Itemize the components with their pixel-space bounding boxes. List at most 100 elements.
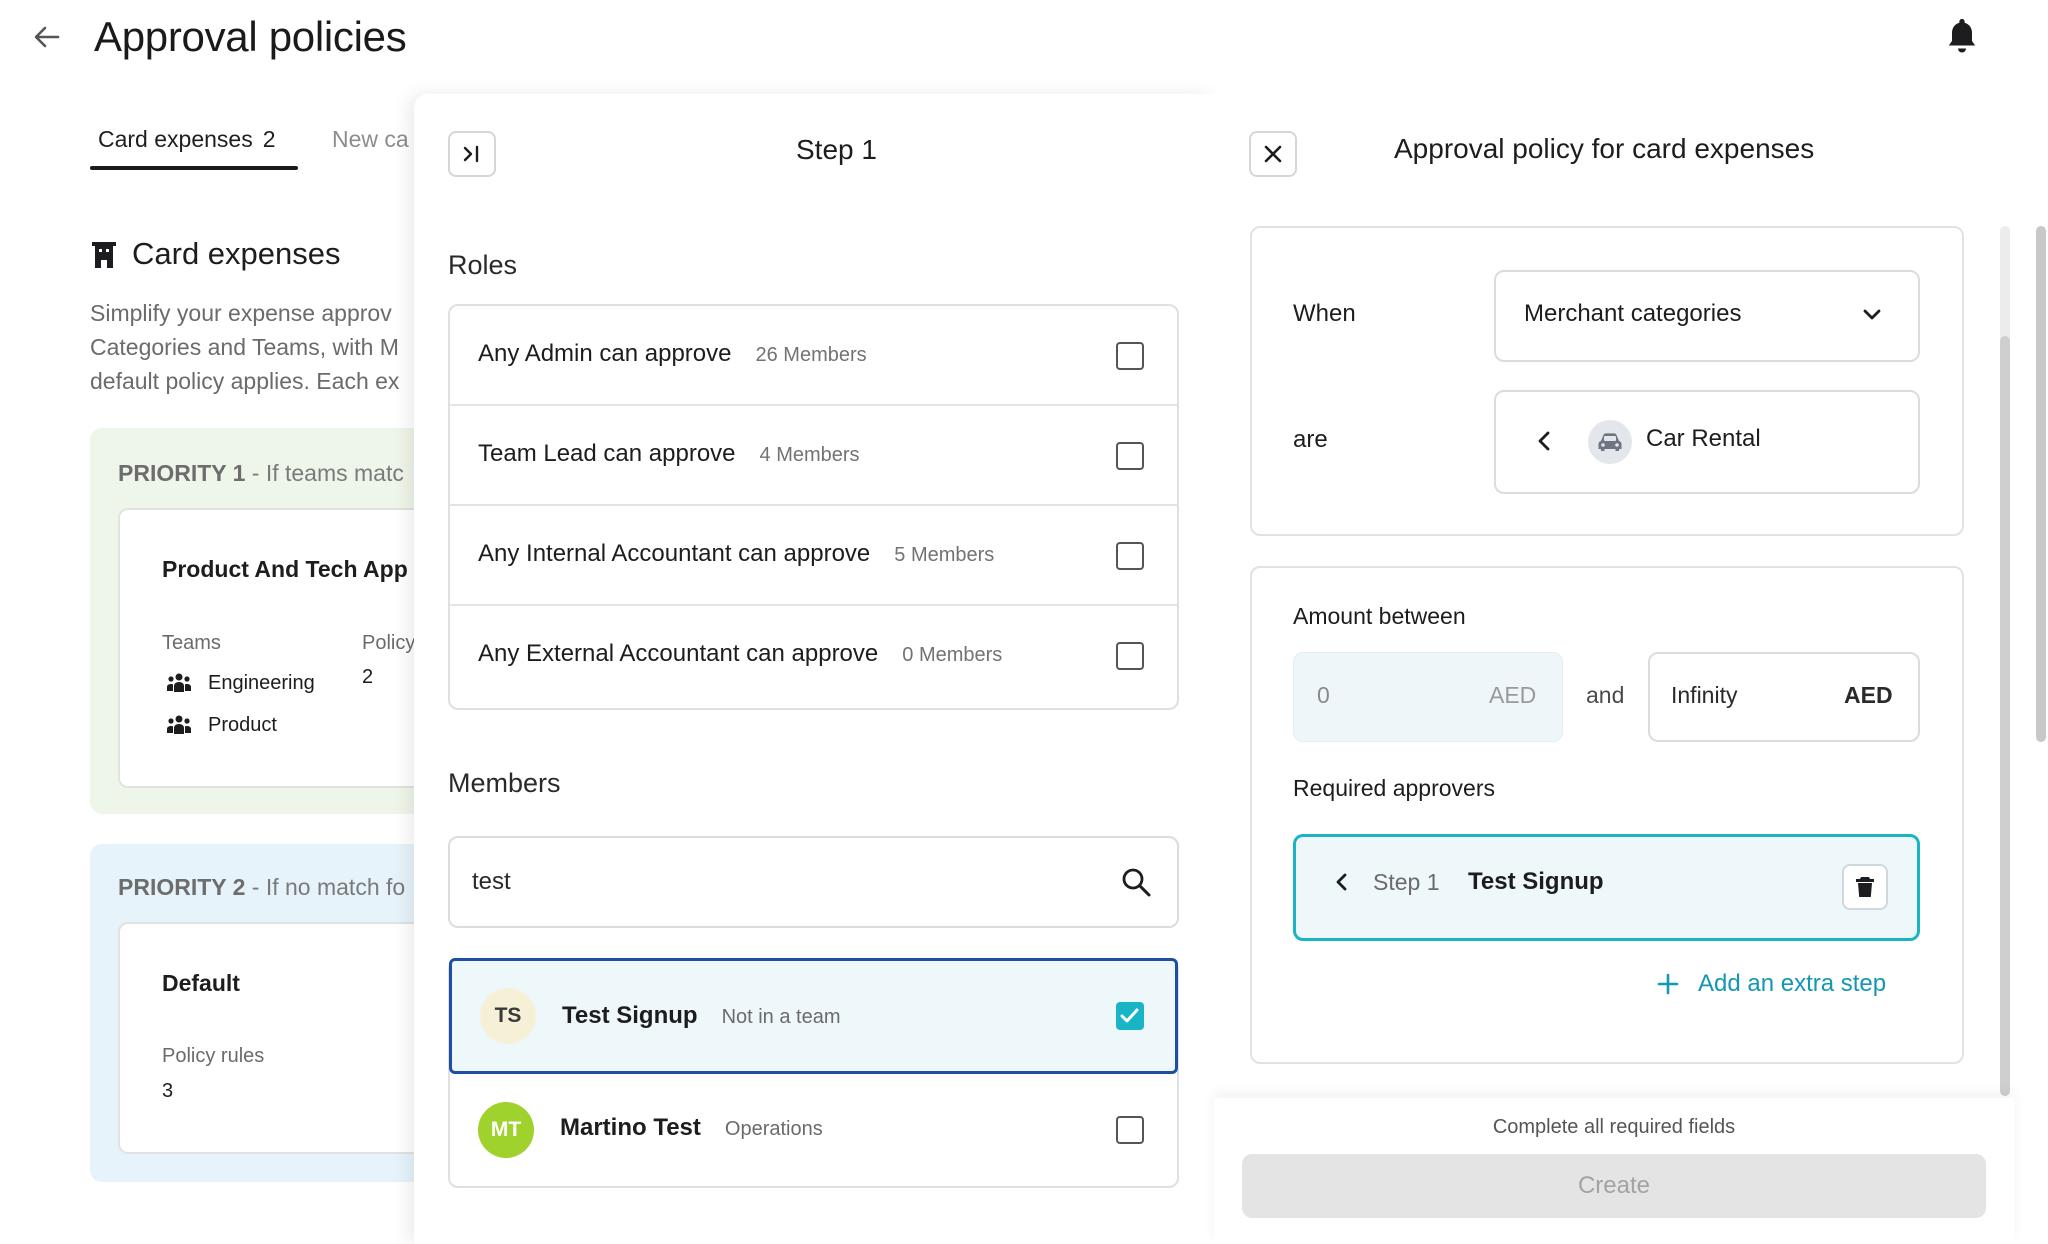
member-search-input[interactable] — [448, 836, 1179, 928]
tab-card-expenses-label: Card expenses — [98, 126, 253, 152]
checkmark-icon — [1120, 1008, 1139, 1023]
avatar: TS — [480, 988, 536, 1044]
team-icon — [166, 714, 192, 736]
approval-step-member: Test Signup — [1468, 868, 1604, 895]
policy-card-title: Product And Tech App — [162, 556, 408, 582]
add-extra-step-button[interactable]: Add an extra step — [1656, 970, 1886, 998]
roles-title: Roles — [448, 250, 518, 280]
member-label: Test Signup Not in a team — [562, 1002, 841, 1030]
section-description-line: default policy applies. Each ex — [90, 368, 400, 394]
member-row[interactable]: MT Martino Test Operations — [450, 1074, 1177, 1186]
min-amount-currency: AED — [1489, 682, 1537, 708]
role-row[interactable]: Any External Accountant can approve 0 Mem… — [450, 606, 1177, 706]
tab-card-expenses[interactable]: Card expenses 2 — [98, 124, 276, 154]
role-checkbox[interactable] — [1116, 442, 1144, 470]
role-label: Team Lead can approve 4 Members — [478, 440, 860, 468]
member-label: Martino Test Operations — [560, 1114, 823, 1142]
search-icon[interactable] — [1120, 866, 1152, 898]
priority-2-label: PRIORITY 2 - If no match fo — [118, 874, 405, 901]
role-member-count: 5 Members — [894, 544, 995, 566]
role-label: Any External Accountant can approve 0 Mem… — [478, 640, 1002, 668]
policy-rules-count: 3 — [162, 1080, 174, 1102]
policy-label: Policy — [362, 632, 416, 654]
role-row[interactable]: Any Internal Accountant can approve 5 Mem… — [450, 506, 1177, 606]
collapse-right-icon — [463, 145, 479, 163]
when-label: When — [1293, 300, 1356, 327]
required-approvers-label: Required approvers — [1293, 775, 1496, 801]
priority-2-label-bold: PRIORITY 2 — [118, 874, 246, 900]
role-label: Any Internal Accountant can approve 5 Mem… — [478, 540, 994, 568]
max-amount-value: Infinity — [1671, 682, 1738, 708]
role-row[interactable]: Any Admin can approve 26 Members — [450, 306, 1177, 406]
role-label: Any Admin can approve 26 Members — [478, 340, 867, 368]
amount-between-label: Amount between — [1293, 603, 1466, 629]
policy-rules-label: Policy rules — [162, 1045, 265, 1067]
team-name: Product — [208, 714, 277, 736]
role-checkbox[interactable] — [1116, 542, 1144, 570]
chevron-left-icon[interactable] — [1332, 870, 1350, 894]
tab-active-indicator — [90, 166, 298, 170]
role-member-count: 4 Members — [759, 444, 860, 466]
close-button[interactable] — [1249, 131, 1297, 177]
chevron-down-icon[interactable] — [1860, 302, 1884, 326]
page-title: Approval policies — [94, 13, 407, 60]
priority-1-label: PRIORITY 1 - If teams matc — [118, 460, 404, 487]
back-arrow-icon[interactable] — [30, 20, 64, 54]
priority-1-label-bold: PRIORITY 1 — [118, 460, 246, 486]
role-name: Any External Accountant can approve — [478, 640, 879, 667]
tab-new-card[interactable]: New ca — [332, 124, 409, 154]
page-scrollbar-thumb[interactable] — [2036, 226, 2046, 742]
member-team: Operations — [724, 1118, 823, 1140]
step-title: Step 1 — [796, 134, 877, 165]
role-member-count: 0 Members — [902, 644, 1003, 666]
member-checkbox-checked[interactable] — [1116, 1002, 1144, 1030]
add-extra-step-label: Add an extra step — [1698, 970, 1887, 997]
role-name: Team Lead can approve — [478, 440, 736, 467]
avatar: MT — [478, 1102, 534, 1158]
section-description-line: Simplify your expense approv — [90, 300, 392, 326]
member-team: Not in a team — [721, 1006, 841, 1028]
member-name: Martino Test — [560, 1114, 701, 1141]
create-button[interactable]: Create — [1242, 1154, 1986, 1218]
members-title: Members — [448, 768, 561, 798]
role-checkbox[interactable] — [1116, 342, 1144, 370]
tab-card-expenses-count: 2 — [262, 126, 276, 152]
plus-icon — [1657, 973, 1679, 995]
policy-title: Approval policy for card expenses — [1394, 133, 1815, 164]
policy-card-title: Default — [162, 970, 240, 996]
panel-scrollbar-thumb[interactable] — [2000, 336, 2010, 1096]
role-name: Any Internal Accountant can approve — [478, 540, 871, 567]
section-title: Card expenses — [132, 236, 341, 271]
when-select-value: Merchant categories — [1524, 300, 1742, 327]
member-search-value[interactable]: test — [472, 868, 511, 896]
min-amount-value: 0 — [1317, 682, 1330, 708]
policy-card-default[interactable] — [118, 922, 438, 1154]
chevron-left-icon[interactable] — [1534, 428, 1554, 454]
team-name: Engineering — [208, 672, 315, 694]
priority-2-label-rest: - If no match fo — [245, 874, 406, 900]
are-label: are — [1293, 426, 1328, 453]
role-member-count: 26 Members — [755, 344, 867, 366]
role-name: Any Admin can approve — [478, 340, 732, 367]
trash-icon — [1856, 877, 1874, 897]
collapse-panel-button[interactable] — [448, 131, 496, 177]
policy-count: 2 — [362, 666, 374, 688]
member-row-selected[interactable]: TS Test Signup Not in a team — [449, 958, 1178, 1074]
role-checkbox[interactable] — [1116, 642, 1144, 670]
priority-1-label-rest: - If teams matc — [245, 460, 404, 486]
bell-icon[interactable] — [1944, 16, 1980, 56]
role-row[interactable]: Team Lead can approve 4 Members — [450, 406, 1177, 506]
max-amount-currency: AED — [1844, 682, 1893, 708]
approval-step-label: Step 1 — [1373, 869, 1440, 895]
building-icon — [90, 240, 118, 270]
member-checkbox[interactable] — [1116, 1116, 1144, 1144]
team-icon — [166, 672, 192, 694]
teams-label: Teams — [162, 632, 221, 654]
merchant-category-value: Car Rental — [1646, 425, 1761, 452]
member-name: Test Signup — [562, 1002, 698, 1029]
footer-hint: Complete all required fields — [1492, 1116, 1736, 1138]
delete-step-button[interactable] — [1842, 864, 1888, 910]
car-icon — [1588, 420, 1632, 464]
section-description-line: Categories and Teams, with M — [90, 334, 399, 360]
close-icon — [1264, 145, 1282, 163]
